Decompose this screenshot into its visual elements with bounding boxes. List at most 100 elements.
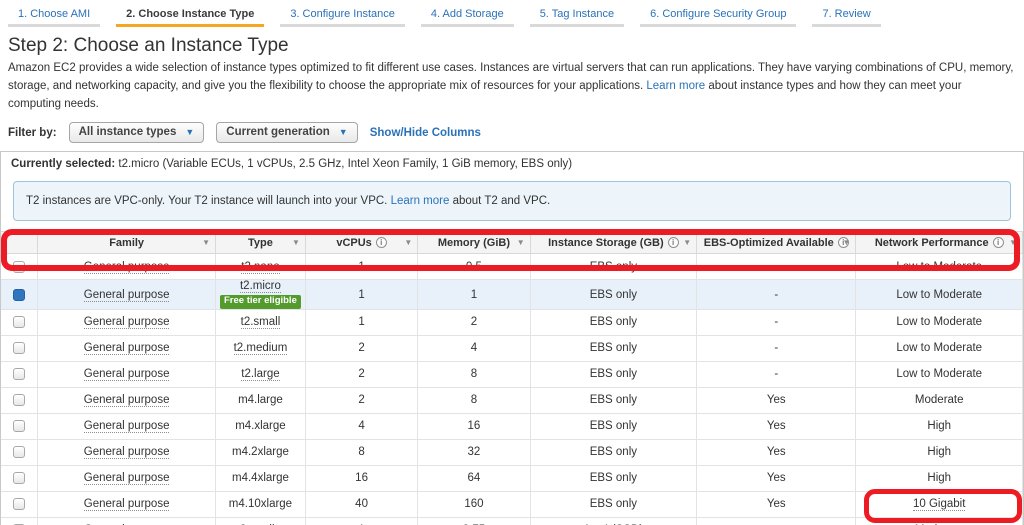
info-icon[interactable]: i (993, 237, 1004, 248)
table-row-m4.large[interactable]: General purposem4.large28EBS onlyYesMode… (1, 387, 1023, 413)
instance-table: Family▼ Type ▼ vCPUsi▼ Memory (GiB) ▼ Instance… (1, 231, 1023, 525)
cell-family: General purpose (38, 439, 216, 465)
cell-vcpus: 2 (305, 361, 417, 387)
column-header-family[interactable]: Family▼ (38, 232, 216, 254)
row-checkbox[interactable] (13, 446, 25, 458)
page-title: Step 2: Choose an Instance Type (8, 35, 1024, 57)
row-checkbox[interactable] (13, 261, 25, 273)
vpc-note-text: T2 instances are VPC-only. Your T2 insta… (26, 195, 391, 207)
show-hide-columns-link[interactable]: Show/Hide Columns (370, 127, 481, 139)
info-icon[interactable]: i (668, 237, 679, 248)
cell-ebs-optimized: - (697, 361, 856, 387)
cell-network-performance: Low to Moderate (856, 280, 1023, 309)
row-checkbox[interactable] (13, 342, 25, 354)
currently-selected-bar: Currently selected: t2.micro (Variable E… (1, 152, 1023, 175)
tab-choose-instance-type[interactable]: 2. Choose Instance Type (116, 5, 264, 27)
cell-type: m4.4xlarge (216, 465, 306, 491)
cell-vcpus: 2 (305, 335, 417, 361)
table-row-t2.medium[interactable]: General purposet2.medium24EBS only-Low t… (1, 335, 1023, 361)
sort-icon: ▼ (517, 238, 525, 247)
table-row-t2.micro[interactable]: General purposet2.microFree tier eligibl… (1, 280, 1023, 309)
cell-vcpus: 4 (305, 413, 417, 439)
cell-type: t2.large (216, 361, 306, 387)
cell-memory: 1 (418, 280, 530, 309)
tab-add-storage[interactable]: 4. Add Storage (421, 5, 514, 27)
tab-review[interactable]: 7. Review (812, 5, 880, 27)
cell-network-performance: 10 Gigabit (856, 491, 1023, 517)
cell-family: General purpose (38, 361, 216, 387)
tab-configure-security-group[interactable]: 6. Configure Security Group (640, 5, 796, 27)
cell-ebs-optimized: - (697, 280, 856, 309)
row-checkbox[interactable] (13, 472, 25, 484)
row-checkbox[interactable] (13, 498, 25, 510)
cell-family: General purpose (38, 387, 216, 413)
currently-selected-label: Currently selected: (11, 158, 115, 170)
cell-memory: 32 (418, 439, 530, 465)
learn-more-link[interactable]: Learn more (646, 80, 705, 92)
cell-type: t2.small (216, 309, 306, 335)
row-checkbox[interactable] (13, 394, 25, 406)
vpc-note: T2 instances are VPC-only. Your T2 insta… (13, 181, 1011, 221)
instance-type-filter[interactable]: All instance types ▼ (69, 122, 205, 143)
info-icon[interactable]: i (376, 237, 387, 248)
table-row-m3.medium[interactable]: General purposem3.medium13.751 x 4 (SSD)… (1, 517, 1023, 525)
column-header-instance-storage-gb-[interactable]: Instance Storage (GB)i▼ (530, 232, 697, 254)
cell-storage: EBS only (530, 361, 697, 387)
cell-family: General purpose (38, 517, 216, 525)
sort-icon: ▼ (292, 238, 300, 247)
row-checkbox[interactable] (13, 316, 25, 328)
filter-bar: Filter by: All instance types ▼ Current … (8, 122, 1024, 143)
cell-ebs-optimized: Yes (697, 439, 856, 465)
cell-storage: 1 x 4 (SSD) (530, 517, 697, 525)
cell-family: General purpose (38, 491, 216, 517)
cell-memory: 160 (418, 491, 530, 517)
cell-storage: EBS only (530, 254, 697, 280)
table-row-m4.10xlarge[interactable]: General purposem4.10xlarge40160EBS onlyY… (1, 491, 1023, 517)
cell-network-performance: Moderate (856, 517, 1023, 525)
column-header-network-performance[interactable]: Network Performancei▼ (856, 232, 1023, 254)
column-label: Type (248, 237, 273, 249)
step-tabs: 1. Choose AMI 2. Choose Instance Type 3. C… (0, 0, 1024, 27)
cell-ebs-optimized: - (697, 254, 856, 280)
cell-vcpus: 2 (305, 387, 417, 413)
cell-network-performance: Low to Moderate (856, 335, 1023, 361)
row-checkbox[interactable] (13, 368, 25, 380)
table-row-m4.xlarge[interactable]: General purposem4.xlarge416EBS onlyYesHi… (1, 413, 1023, 439)
table-row-t2.nano[interactable]: General purposet2.nano10.5EBS only-Low t… (1, 254, 1023, 280)
column-label: Memory (GiB) (438, 237, 510, 249)
column-header-vcpus[interactable]: vCPUsi▼ (305, 232, 417, 254)
cell-type: m4.xlarge (216, 413, 306, 439)
cell-memory: 64 (418, 465, 530, 491)
table-row-m4.4xlarge[interactable]: General purposem4.4xlarge1664EBS onlyYes… (1, 465, 1023, 491)
tab-choose-ami[interactable]: 1. Choose AMI (8, 5, 100, 27)
column-header-ebs-optimized-available[interactable]: EBS-Optimized Availablei▼ (697, 232, 856, 254)
table-row-t2.large[interactable]: General purposet2.large28EBS only-Low to… (1, 361, 1023, 387)
column-header-type[interactable]: Type ▼ (216, 232, 306, 254)
cell-ebs-optimized: - (697, 309, 856, 335)
generation-filter[interactable]: Current generation ▼ (216, 122, 357, 143)
chevron-down-icon: ▼ (185, 127, 194, 137)
vpc-learn-more-link[interactable]: Learn more (391, 195, 450, 207)
column-label: Network Performance (875, 237, 989, 249)
chevron-down-icon: ▼ (339, 127, 348, 137)
cell-type: m4.large (216, 387, 306, 413)
column-label: Instance Storage (GB) (548, 237, 664, 249)
cell-network-performance: Low to Moderate (856, 361, 1023, 387)
cell-memory: 2 (418, 309, 530, 335)
cell-vcpus: 1 (305, 517, 417, 525)
row-checkbox-checked[interactable] (13, 289, 25, 301)
tab-configure-instance[interactable]: 3. Configure Instance (280, 5, 405, 27)
cell-vcpus: 40 (305, 491, 417, 517)
column-header-memory-gib-[interactable]: Memory (GiB) ▼ (418, 232, 530, 254)
row-checkbox[interactable] (13, 420, 25, 432)
cell-storage: EBS only (530, 491, 697, 517)
cell-storage: EBS only (530, 465, 697, 491)
table-row-m4.2xlarge[interactable]: General purposem4.2xlarge832EBS onlyYesH… (1, 439, 1023, 465)
cell-memory: 4 (418, 335, 530, 361)
vpc-note-text-after: about T2 and VPC. (449, 195, 550, 207)
cell-type: m3.medium (216, 517, 306, 525)
tab-tag-instance[interactable]: 5. Tag Instance (530, 5, 624, 27)
table-row-t2.small[interactable]: General purposet2.small12EBS only-Low to… (1, 309, 1023, 335)
table-header-row: Family▼ Type ▼ vCPUsi▼ Memory (GiB) ▼ Instance… (1, 232, 1023, 254)
cell-network-performance: High (856, 413, 1023, 439)
